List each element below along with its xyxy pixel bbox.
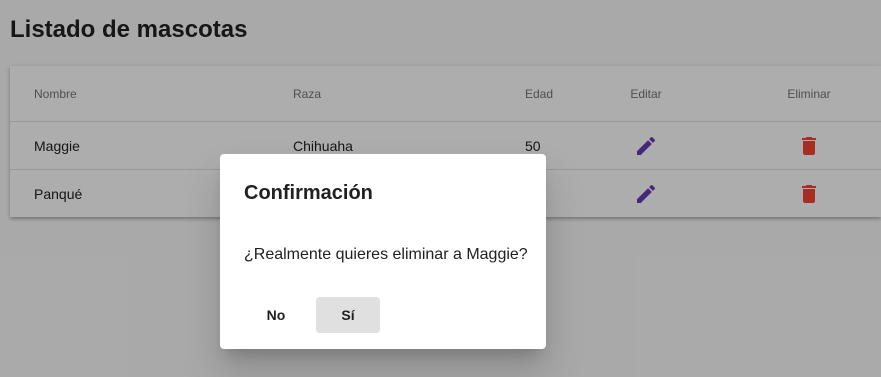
confirmation-dialog: Confirmación ¿Realmente quieres eliminar… — [220, 154, 546, 349]
yes-button[interactable]: Sí — [316, 297, 380, 333]
dialog-title: Confirmación — [244, 182, 373, 204]
no-button[interactable]: No — [244, 297, 308, 333]
dialog-message: ¿Realmente quieres eliminar a Maggie? — [244, 246, 528, 263]
